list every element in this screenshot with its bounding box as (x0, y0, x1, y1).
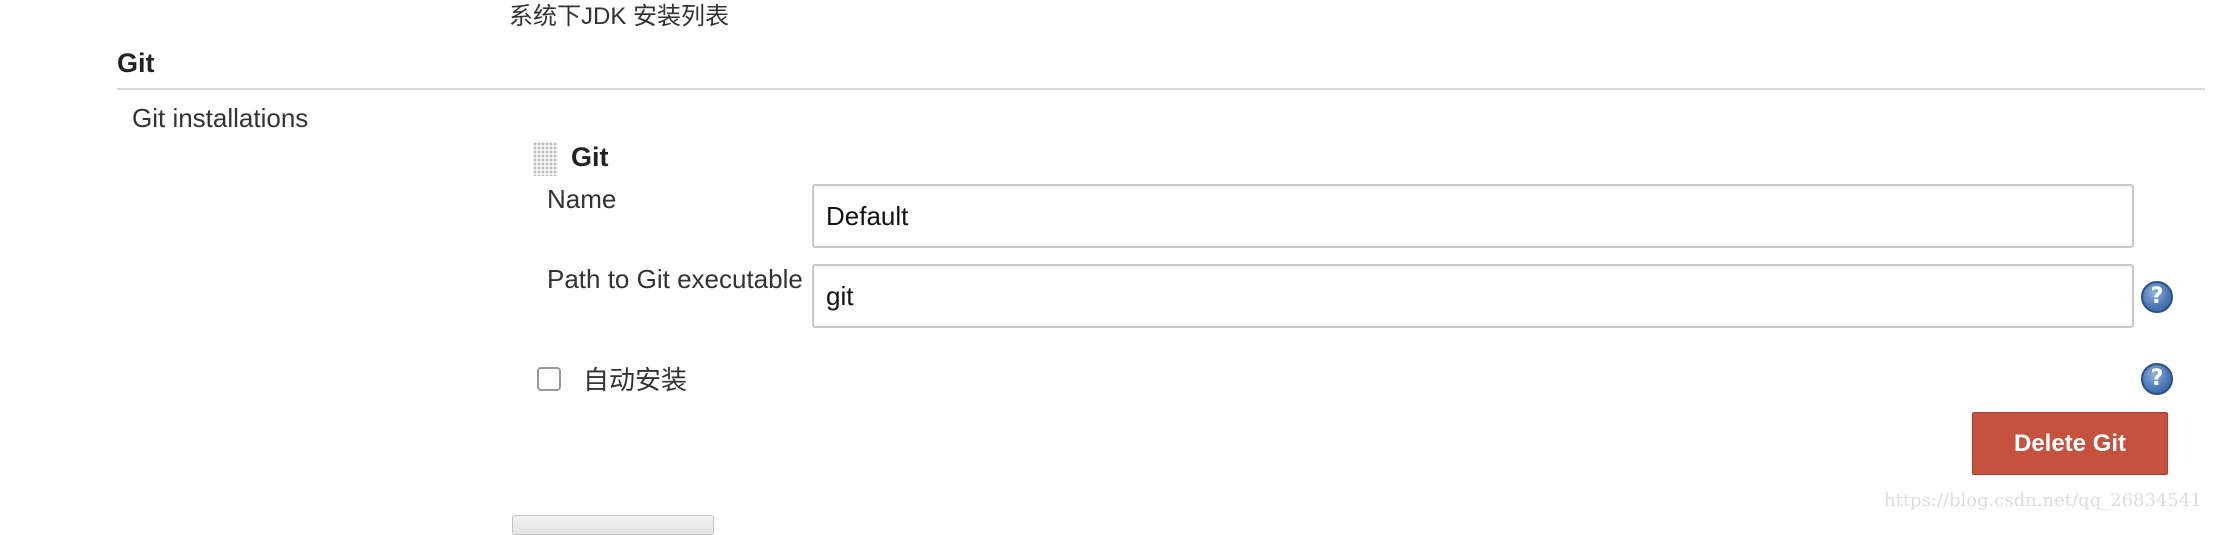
git-installation-title: Git (571, 142, 609, 172)
help-icon[interactable]: ? (2141, 363, 2173, 395)
name-input[interactable] (812, 184, 2134, 248)
jdk-installations-description: 系统下JDK 安装列表 (509, 3, 730, 30)
git-section-title: Git (117, 48, 155, 78)
delete-git-button[interactable]: Delete Git (1972, 412, 2168, 475)
section-divider (117, 88, 2205, 90)
help-icon[interactable]: ? (2141, 281, 2173, 313)
add-git-button[interactable] (512, 515, 714, 535)
watermark: https://blog.csdn.net/qq_26834541 (1884, 490, 2202, 511)
auto-install-label: 自动安装 (583, 365, 688, 395)
git-installations-label: Git installations (132, 103, 309, 133)
path-to-git-label: Path to Git executable (547, 264, 803, 294)
auto-install-checkbox[interactable] (537, 367, 561, 391)
name-label: Name (547, 184, 617, 214)
path-to-git-input[interactable] (812, 264, 2134, 328)
drag-handle-icon[interactable] (533, 142, 558, 176)
